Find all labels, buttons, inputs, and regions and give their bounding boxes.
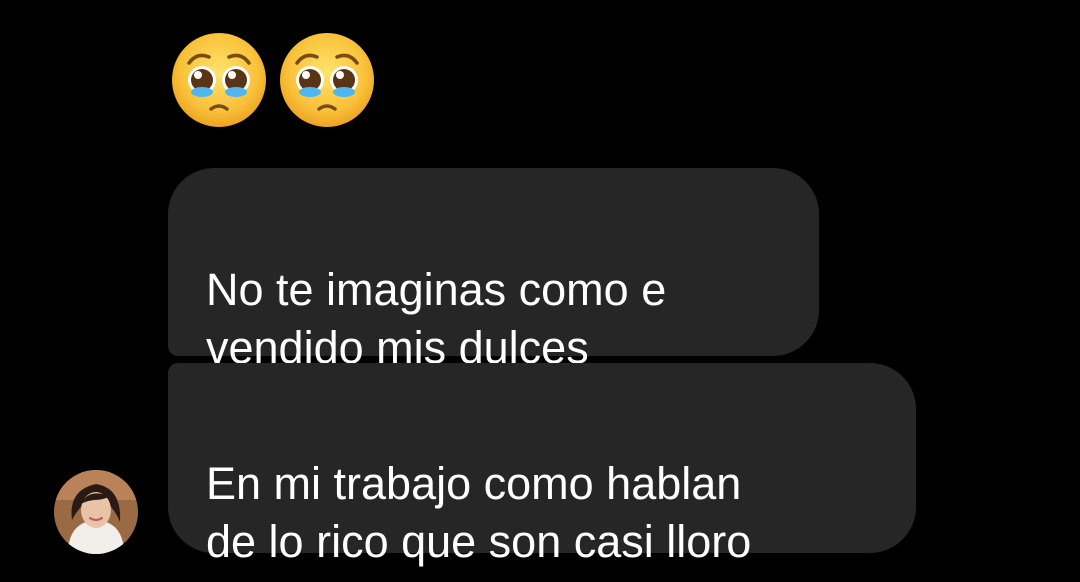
pleading-face-emoji-icon [280,33,374,127]
message-bubble[interactable]: En mi trabajo como hablan de lo rico que… [168,363,916,567]
message-bubble[interactable]: No te imaginas como e vendido mis dulces [168,168,819,373]
profile-photo-icon [54,470,138,554]
message-text: No te imaginas como e vendido mis dulces [206,264,667,373]
avatar[interactable] [54,470,138,554]
pleading-face-emoji-icon [172,33,266,127]
chat-thread: No te imaginas como e vendido mis dulces… [0,0,1080,582]
emoji-message[interactable] [168,30,378,130]
message-text: En mi trabajo como hablan de lo rico que… [206,458,752,567]
